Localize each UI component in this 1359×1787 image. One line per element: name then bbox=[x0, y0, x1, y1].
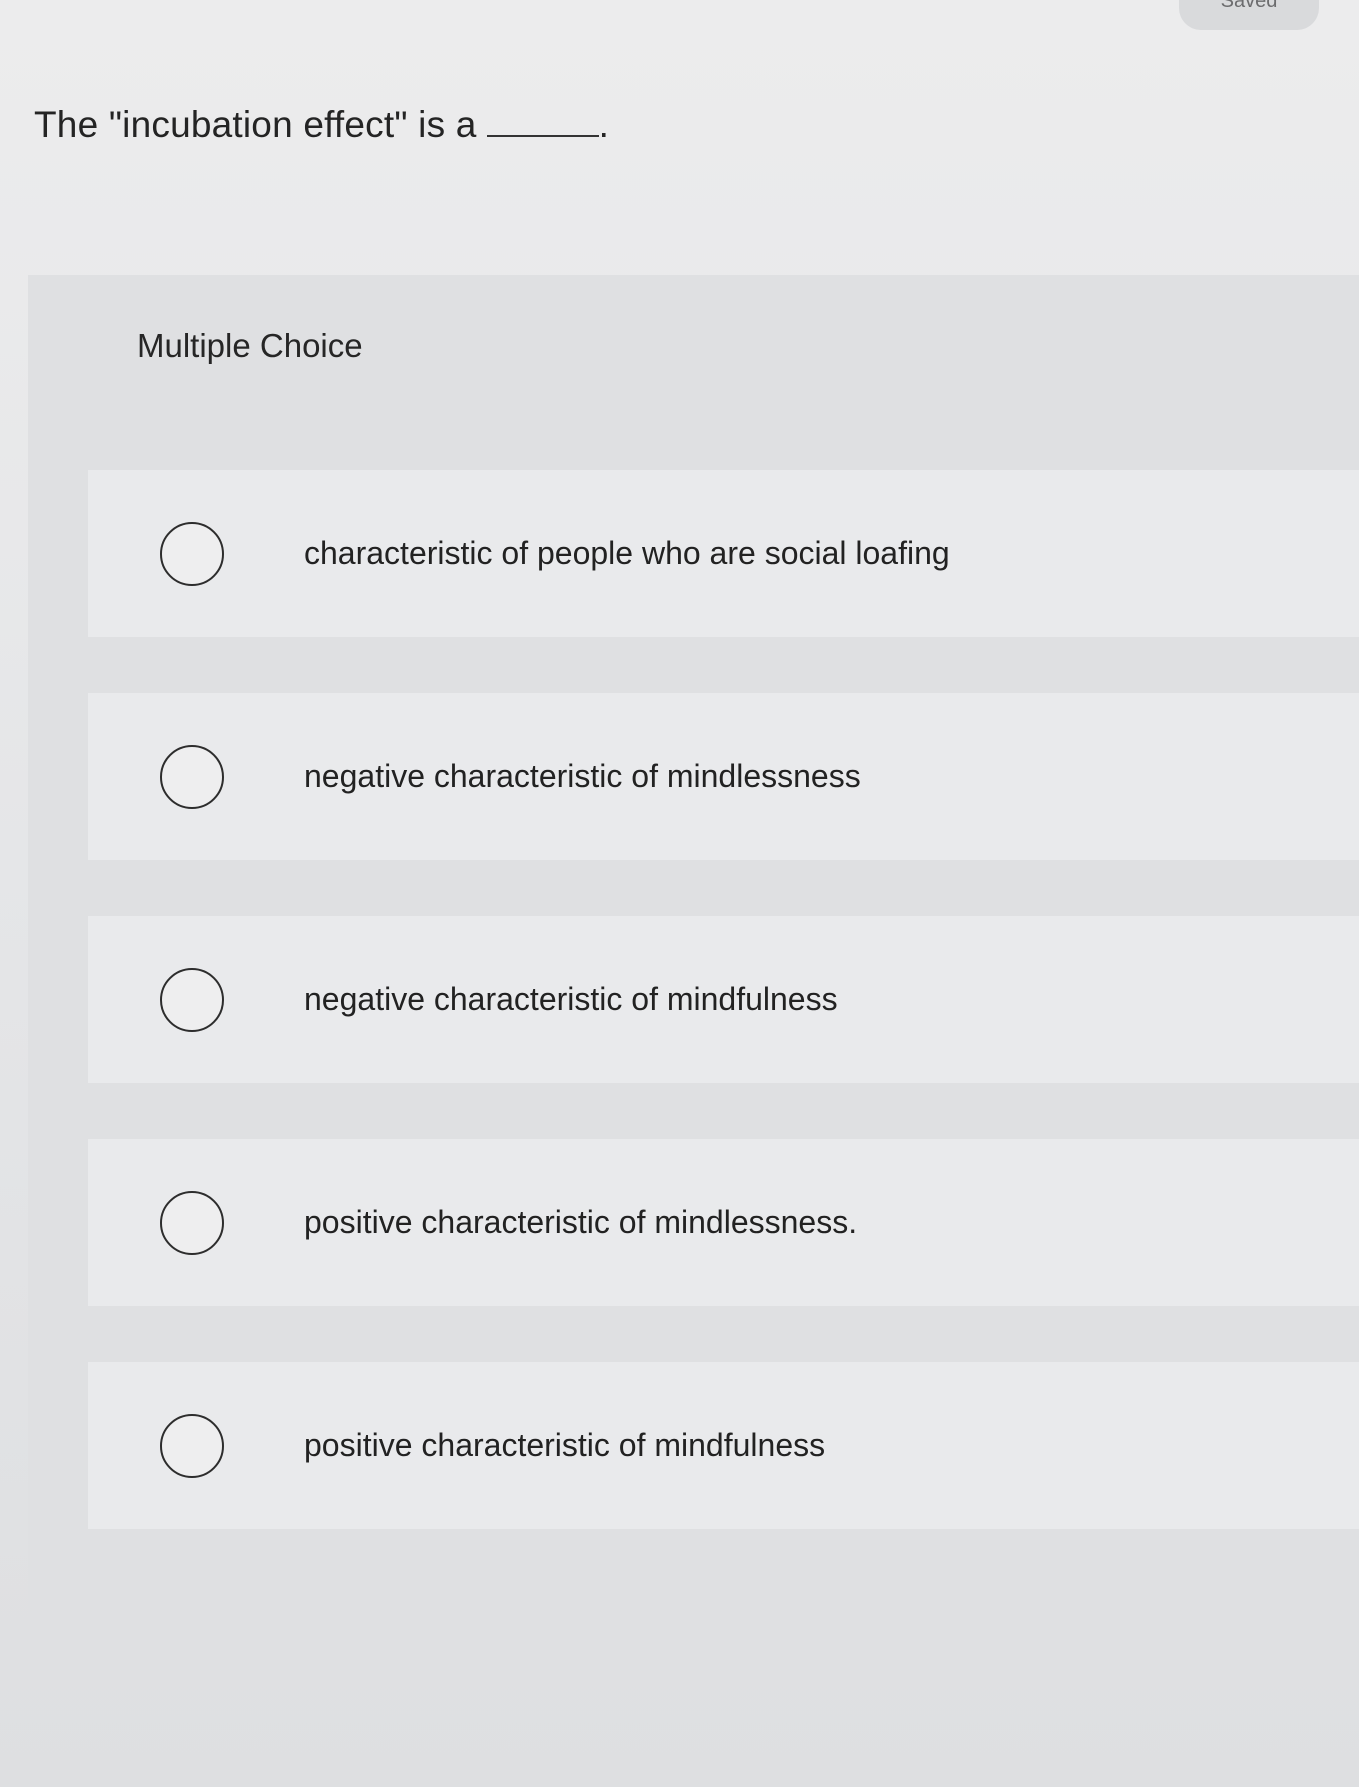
answer-option-label: positive characteristic of mindfulness bbox=[304, 1427, 826, 1463]
question-type-label: Multiple Choice bbox=[137, 327, 363, 364]
question-text: The "incubation effect" is a bbox=[34, 104, 477, 145]
radio-button-4[interactable] bbox=[160, 1190, 224, 1255]
answer-option-label: negative characteristic of mindlessness bbox=[304, 758, 861, 794]
multiple-choice-panel: Multiple Choice characteristic of people… bbox=[28, 275, 1359, 1685]
answer-option-4[interactable]: positive characteristic of mindlessness. bbox=[88, 1139, 1359, 1306]
answer-blank bbox=[486, 111, 599, 137]
answer-options-list: characteristic of people who are social … bbox=[88, 470, 1359, 1585]
answer-option-3[interactable]: negative characteristic of mindfulness bbox=[88, 916, 1359, 1083]
saved-status-badge: Saved bbox=[1179, 0, 1319, 30]
answer-option-1[interactable]: characteristic of people who are social … bbox=[88, 470, 1359, 637]
answer-option-label: positive characteristic of mindlessness. bbox=[304, 1204, 858, 1240]
radio-button-2[interactable] bbox=[160, 744, 224, 809]
radio-button-5[interactable] bbox=[160, 1413, 224, 1478]
question-prompt: The "incubation effect" is a. bbox=[34, 104, 609, 146]
answer-option-label: characteristic of people who are social … bbox=[304, 535, 950, 571]
answer-option-label: negative characteristic of mindfulness bbox=[304, 981, 838, 1017]
question-end-punctuation: . bbox=[598, 104, 610, 145]
answer-option-2[interactable]: negative characteristic of mindlessness bbox=[88, 693, 1359, 860]
answer-option-5[interactable]: positive characteristic of mindfulness bbox=[88, 1362, 1359, 1529]
radio-button-3[interactable] bbox=[160, 967, 224, 1032]
radio-button-1[interactable] bbox=[160, 521, 224, 586]
